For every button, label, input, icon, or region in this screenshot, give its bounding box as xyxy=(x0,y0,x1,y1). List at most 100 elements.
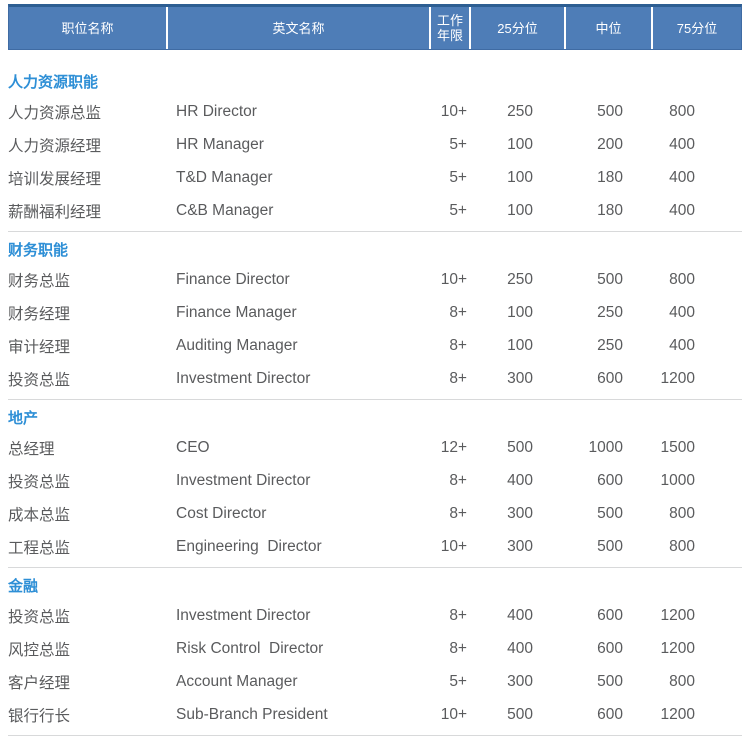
section-title: 金融 xyxy=(8,577,742,597)
percentile-25-cell: 100 xyxy=(471,136,566,154)
english-name-cell: Investment Director xyxy=(168,472,431,490)
percentile-75-cell: 400 xyxy=(653,136,742,154)
table-row: 人力资源总监 HR Director 10+ 250 500 800 xyxy=(8,95,742,128)
section-rows: 人力资源总监 HR Director 10+ 250 500 800 人力资源经… xyxy=(8,95,742,227)
english-name-cell: C&B Manager xyxy=(168,202,431,220)
work-years-cell: 10+ xyxy=(431,538,471,556)
position-name-cell: 成本总监 xyxy=(8,503,168,525)
position-name-cell: 投资总监 xyxy=(8,470,168,492)
percentile-75-cell: 400 xyxy=(653,169,742,187)
median-cell: 500 xyxy=(566,505,653,523)
english-name-cell: Auditing Manager xyxy=(168,337,431,355)
work-years-cell: 8+ xyxy=(431,472,471,490)
salary-table-page: 职位名称 英文名称 工作年限 25分位 中位 75分位 人力资源职能 人力资源总… xyxy=(0,0,750,736)
percentile-25-cell: 250 xyxy=(471,271,566,289)
percentile-75-cell: 800 xyxy=(653,505,742,523)
section-rows: 财务总监 Finance Director 10+ 250 500 800 财务… xyxy=(8,263,742,395)
table-row: 总经理 CEO 12+ 500 1000 1500 xyxy=(8,431,742,464)
median-cell: 600 xyxy=(566,607,653,625)
section-rows: 总经理 CEO 12+ 500 1000 1500 投资总监 Investmen… xyxy=(8,431,742,563)
work-years-cell: 8+ xyxy=(431,505,471,523)
median-cell: 200 xyxy=(566,136,653,154)
position-name-cell: 投资总监 xyxy=(8,605,168,627)
english-name-cell: Investment Director xyxy=(168,607,431,625)
table-row: 投资总监 Investment Director 8+ 300 600 1200 xyxy=(8,362,742,395)
table-section: 金融 投资总监 Investment Director 8+ 400 600 1… xyxy=(8,568,742,736)
table-row: 人力资源经理 HR Manager 5+ 100 200 400 xyxy=(8,128,742,161)
percentile-75-cell: 800 xyxy=(653,103,742,121)
table-section: 财务职能 财务总监 Finance Director 10+ 250 500 8… xyxy=(8,232,742,400)
median-cell: 500 xyxy=(566,271,653,289)
work-years-cell: 10+ xyxy=(431,271,471,289)
median-cell: 600 xyxy=(566,640,653,658)
percentile-75-cell: 400 xyxy=(653,202,742,220)
position-name-cell: 客户经理 xyxy=(8,671,168,693)
english-name-cell: Sub-Branch President xyxy=(168,706,431,724)
work-years-cell: 5+ xyxy=(431,169,471,187)
percentile-25-cell: 300 xyxy=(471,505,566,523)
work-years-cell: 5+ xyxy=(431,673,471,691)
percentile-75-cell: 1200 xyxy=(653,706,742,724)
position-name-cell: 薪酬福利经理 xyxy=(8,200,168,222)
table-body: 人力资源职能 人力资源总监 HR Director 10+ 250 500 80… xyxy=(8,50,742,736)
table-row: 财务总监 Finance Director 10+ 250 500 800 xyxy=(8,263,742,296)
median-cell: 250 xyxy=(566,337,653,355)
percentile-75-cell: 1200 xyxy=(653,607,742,625)
work-years-cell: 8+ xyxy=(431,304,471,322)
median-cell: 600 xyxy=(566,706,653,724)
table-row: 客户经理 Account Manager 5+ 300 500 800 xyxy=(8,665,742,698)
median-cell: 600 xyxy=(566,370,653,388)
percentile-75-cell: 1500 xyxy=(653,439,742,457)
percentile-75-cell: 800 xyxy=(653,673,742,691)
work-years-cell: 5+ xyxy=(431,136,471,154)
english-name-cell: Risk Control Director xyxy=(168,640,431,658)
table-row: 培训发展经理 T&D Manager 5+ 100 180 400 xyxy=(8,161,742,194)
work-years-cell: 8+ xyxy=(431,640,471,658)
english-name-cell: T&D Manager xyxy=(168,169,431,187)
english-name-cell: Engineering Director xyxy=(168,538,431,556)
table-row: 工程总监 Engineering Director 10+ 300 500 80… xyxy=(8,530,742,563)
position-name-cell: 审计经理 xyxy=(8,335,168,357)
table-row: 薪酬福利经理 C&B Manager 5+ 100 180 400 xyxy=(8,194,742,227)
percentile-75-cell: 1000 xyxy=(653,472,742,490)
column-header-75th-percentile: 75分位 xyxy=(653,7,741,49)
median-cell: 500 xyxy=(566,103,653,121)
section-title: 地产 xyxy=(8,409,742,429)
position-name-cell: 风控总监 xyxy=(8,638,168,660)
table-row: 风控总监 Risk Control Director 8+ 400 600 12… xyxy=(8,632,742,665)
median-cell: 500 xyxy=(566,538,653,556)
percentile-75-cell: 800 xyxy=(653,538,742,556)
position-name-cell: 人力资源总监 xyxy=(8,101,168,123)
percentile-25-cell: 400 xyxy=(471,607,566,625)
percentile-25-cell: 400 xyxy=(471,472,566,490)
work-years-cell: 8+ xyxy=(431,607,471,625)
position-name-cell: 人力资源经理 xyxy=(8,134,168,156)
english-name-cell: HR Director xyxy=(168,103,431,121)
percentile-25-cell: 400 xyxy=(471,640,566,658)
median-cell: 250 xyxy=(566,304,653,322)
percentile-25-cell: 100 xyxy=(471,304,566,322)
work-years-cell: 12+ xyxy=(431,439,471,457)
position-name-cell: 财务经理 xyxy=(8,302,168,324)
english-name-cell: Cost Director xyxy=(168,505,431,523)
column-header-work-years: 工作年限 xyxy=(431,7,471,49)
percentile-75-cell: 1200 xyxy=(653,640,742,658)
column-header-position-name: 职位名称 xyxy=(9,7,168,49)
percentile-75-cell: 400 xyxy=(653,304,742,322)
position-name-cell: 培训发展经理 xyxy=(8,167,168,189)
work-years-cell: 8+ xyxy=(431,337,471,355)
table-section: 人力资源职能 人力资源总监 HR Director 10+ 250 500 80… xyxy=(8,50,742,232)
table-row: 投资总监 Investment Director 8+ 400 600 1000 xyxy=(8,464,742,497)
english-name-cell: CEO xyxy=(168,439,431,457)
percentile-75-cell: 400 xyxy=(653,337,742,355)
column-header-median: 中位 xyxy=(566,7,653,49)
table-section: 地产 总经理 CEO 12+ 500 1000 1500 投资总监 Invest… xyxy=(8,400,742,568)
work-years-cell: 10+ xyxy=(431,103,471,121)
percentile-25-cell: 300 xyxy=(471,538,566,556)
percentile-25-cell: 500 xyxy=(471,706,566,724)
english-name-cell: Finance Manager xyxy=(168,304,431,322)
percentile-25-cell: 100 xyxy=(471,337,566,355)
work-years-cell: 5+ xyxy=(431,202,471,220)
section-title: 财务职能 xyxy=(8,241,742,261)
percentile-75-cell: 800 xyxy=(653,271,742,289)
